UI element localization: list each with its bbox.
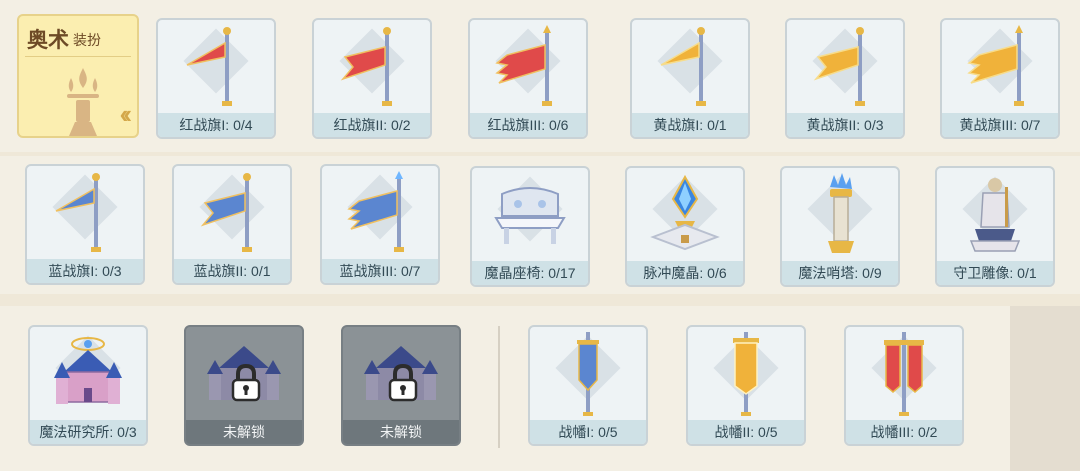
- arcane-decor-title-card[interactable]: 奥术 装扮 ‹‹: [17, 14, 139, 138]
- item-label: 战幡III: 0/2: [846, 420, 962, 444]
- item-label: 战幡II: 0/5: [688, 420, 804, 444]
- lock-icon: [231, 363, 261, 402]
- item-card-banner-1[interactable]: 战幡I: 0/5: [528, 325, 648, 446]
- blue-flag-icon: [55, 173, 101, 252]
- item-card-magic-institute[interactable]: 魔法研究所: 0/3: [28, 325, 148, 446]
- item-art: [787, 20, 903, 114]
- item-card-locked-1[interactable]: 未解锁: [184, 325, 304, 446]
- item-card-crystal-bench[interactable]: 魔晶座椅: 0/17: [470, 166, 590, 287]
- item-card-blue-flag-3[interactable]: 蓝战旗III: 0/7: [320, 164, 440, 285]
- yellow-flag-icon: [660, 27, 706, 106]
- item-label: 魔法哨塔: 0/9: [782, 261, 898, 285]
- item-art: [782, 168, 898, 262]
- item-card-banner-2[interactable]: 战幡II: 0/5: [686, 325, 806, 446]
- item-art: [186, 327, 302, 421]
- red-flag-icon: [186, 27, 232, 106]
- item-card-banner-3[interactable]: 战幡III: 0/2: [844, 325, 964, 446]
- item-card-guardian-statue[interactable]: 守卫雕像: 0/1: [935, 166, 1055, 287]
- red-flag-icon: [495, 25, 552, 106]
- item-card-yellow-flag-2[interactable]: 黄战旗II: 0/3: [785, 18, 905, 139]
- bench-icon: [494, 187, 566, 244]
- item-label: 红战旗I: 0/4: [158, 113, 274, 137]
- item-label: 黄战旗III: 0/7: [942, 113, 1058, 137]
- item-label: 魔法研究所: 0/3: [30, 420, 146, 444]
- item-label: 红战旗III: 0/6: [470, 113, 586, 137]
- item-art: [27, 166, 143, 260]
- yellow-flag-icon: [813, 27, 865, 106]
- item-label: 未解锁: [186, 420, 302, 444]
- item-art: [343, 327, 459, 421]
- item-card-blue-flag-1[interactable]: 蓝战旗I: 0/3: [25, 164, 145, 285]
- item-label: 蓝战旗I: 0/3: [27, 259, 143, 283]
- item-card-yellow-flag-1[interactable]: 黄战旗I: 0/1: [630, 18, 750, 139]
- row-3-divider: [498, 326, 500, 448]
- item-label: 战幡I: 0/5: [530, 420, 646, 444]
- item-card-magic-tower[interactable]: 魔法哨塔: 0/9: [780, 166, 900, 287]
- double-chevron-left-icon[interactable]: ‹‹: [120, 99, 133, 130]
- item-label: 红战旗II: 0/2: [314, 113, 430, 137]
- banner-icon: [577, 332, 599, 416]
- item-art: [530, 327, 646, 421]
- item-label: 黄战旗II: 0/3: [787, 113, 903, 137]
- item-art: [30, 327, 146, 421]
- item-art: [627, 168, 743, 262]
- banner-icon: [884, 332, 924, 416]
- category-subtitle: 装扮: [73, 32, 101, 48]
- tower-icon: [828, 173, 854, 253]
- item-card-red-flag-2[interactable]: 红战旗II: 0/2: [312, 18, 432, 139]
- item-art: [314, 20, 430, 114]
- crystal-icon: [650, 174, 720, 251]
- side-panel: [1010, 306, 1080, 471]
- blue-flag-icon: [200, 173, 252, 252]
- item-art: [174, 166, 290, 260]
- item-art: [470, 20, 586, 114]
- item-label: 未解锁: [343, 420, 459, 444]
- item-label: 脉冲魔晶: 0/6: [627, 261, 743, 285]
- item-label: 黄战旗I: 0/1: [632, 113, 748, 137]
- banner-icon: [733, 332, 759, 416]
- yellow-flag-icon: [967, 25, 1024, 106]
- item-label: 魔晶座椅: 0/17: [472, 261, 588, 285]
- item-label: 蓝战旗III: 0/7: [322, 259, 438, 283]
- title-divider: [25, 56, 131, 57]
- item-card-locked-2[interactable]: 未解锁: [341, 325, 461, 446]
- item-label: 守卫雕像: 0/1: [937, 261, 1053, 285]
- item-art: [472, 168, 588, 262]
- item-card-red-flag-1[interactable]: 红战旗I: 0/4: [156, 18, 276, 139]
- blue-flag-icon: [347, 171, 404, 252]
- lock-icon: [388, 363, 418, 402]
- item-art: [942, 20, 1058, 114]
- item-card-pulse-crystal[interactable]: 脉冲魔晶: 0/6: [625, 166, 745, 287]
- category-title: 奥术: [27, 29, 69, 52]
- item-art: [937, 168, 1053, 262]
- item-label: 蓝战旗II: 0/1: [174, 259, 290, 283]
- item-card-red-flag-3[interactable]: 红战旗III: 0/6: [468, 18, 588, 139]
- item-card-blue-flag-2[interactable]: 蓝战旗II: 0/1: [172, 164, 292, 285]
- red-flag-icon: [340, 27, 392, 106]
- candle-icon: [67, 68, 99, 136]
- statue-icon: [969, 178, 1021, 252]
- item-art: [322, 166, 438, 260]
- item-card-yellow-flag-3[interactable]: 黄战旗III: 0/7: [940, 18, 1060, 139]
- institute-icon: [54, 337, 122, 404]
- item-art: [846, 327, 962, 421]
- item-art: [688, 327, 804, 421]
- item-art: [158, 20, 274, 114]
- item-art: [632, 20, 748, 114]
